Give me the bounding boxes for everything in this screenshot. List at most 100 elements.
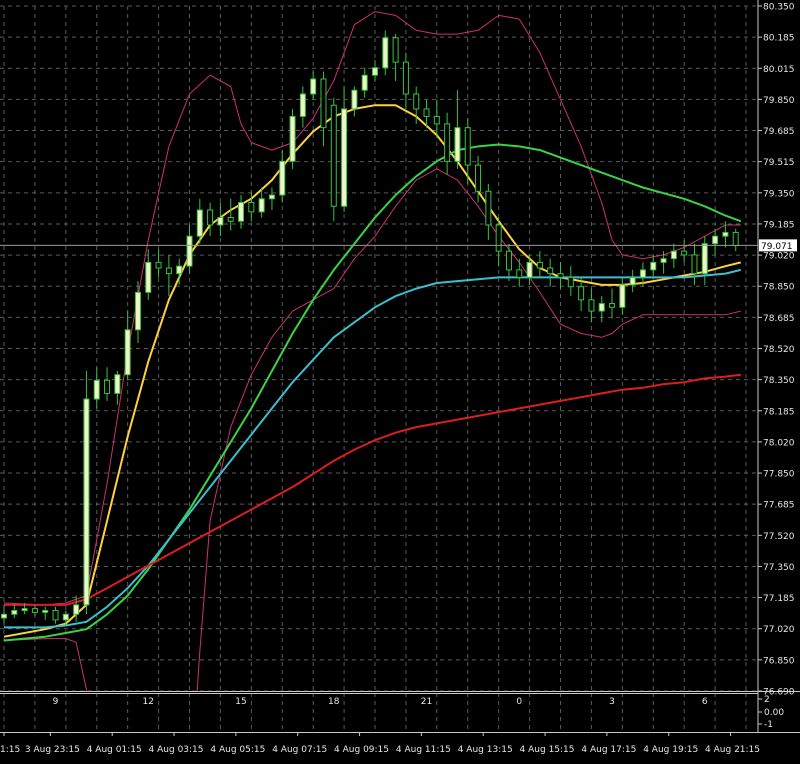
- candle-bull: [62, 613, 69, 621]
- time-label: 4 Aug 09:15: [334, 745, 389, 755]
- candle-bull: [372, 67, 378, 76]
- candle-bear: [31, 608, 38, 613]
- candle-bear: [433, 115, 440, 125]
- candle-bull: [712, 235, 719, 245]
- candle-bull: [382, 37, 389, 69]
- hour-label: 21: [421, 697, 432, 707]
- candle-bear: [392, 37, 399, 63]
- candle-bull: [268, 194, 275, 200]
- candle-bull: [722, 231, 729, 237]
- chart-canvas: 79.071 80.350 80.185 80.015 79.850 79.685 79.…: [0, 0, 800, 755]
- candle-bear: [567, 276, 574, 288]
- candle-bear: [165, 267, 172, 275]
- time-label: 4 Aug 13:15: [458, 745, 513, 755]
- time-label: 4 Aug 07:15: [272, 745, 327, 755]
- candle-bear: [516, 269, 523, 278]
- candle-bear: [681, 250, 688, 256]
- y-tick-label: 79.020: [763, 252, 795, 262]
- candle-bear: [495, 224, 502, 252]
- candle-bear: [505, 250, 512, 271]
- candle-bull: [134, 291, 141, 331]
- y-tick-label: 78.685: [763, 314, 795, 324]
- y-tick-label: 79.515: [763, 158, 795, 168]
- candle-bull: [279, 160, 286, 196]
- candle-bear: [227, 216, 234, 222]
- candle-bear: [155, 261, 162, 269]
- candle-bear: [444, 123, 451, 162]
- candle-bear: [547, 267, 554, 275]
- candle-bull: [361, 74, 368, 91]
- time-label: 4 Aug 05:15: [210, 745, 265, 755]
- candle-bull: [670, 250, 677, 260]
- time-label: 4 Aug 03:15: [149, 745, 204, 755]
- price-chart[interactable]: 79.071 80.350 80.185 80.015 79.850 79.685 79.…: [0, 0, 800, 760]
- candle-bull: [454, 127, 461, 162]
- y-tick-label: 77.350: [763, 563, 795, 573]
- candle-bear: [320, 78, 327, 129]
- candle-bear: [691, 254, 698, 275]
- candle-bull: [598, 303, 605, 312]
- y-tick-label: 78.350: [763, 376, 795, 386]
- candle-bull: [196, 209, 203, 237]
- y-tick-label: 80.185: [763, 34, 795, 44]
- axes: [0, 0, 800, 736]
- candle-bear: [557, 273, 564, 278]
- candle-bull: [1, 613, 7, 619]
- candle-bull: [93, 379, 100, 400]
- candle-bull: [660, 258, 667, 263]
- candle-bear: [475, 164, 482, 192]
- y-axis-labels: 80.350 80.185 80.015 79.850 79.685 79.515 79.3…: [763, 3, 795, 698]
- candle-bear: [402, 61, 409, 95]
- grid-lines: [0, 5, 758, 732]
- candle-bear: [588, 299, 595, 312]
- subpanel-tick-label: 2: [764, 695, 770, 705]
- time-label: 4 Aug 11:15: [396, 745, 451, 755]
- candle-bear: [578, 286, 585, 301]
- y-tick-label: 76.850: [763, 656, 795, 666]
- y-tick-label: 79.850: [763, 96, 795, 106]
- candle-bull: [341, 108, 348, 207]
- time-label: 4 Aug 19:15: [643, 745, 698, 755]
- hour-label: 18: [328, 697, 340, 707]
- candle-bear: [104, 379, 111, 394]
- candle-bear: [609, 303, 616, 308]
- time-label: 4 Aug 15:15: [520, 745, 575, 755]
- hour-label: 0: [516, 697, 522, 707]
- y-tick-label: 80.015: [763, 65, 795, 75]
- y-tick-label: 78.020: [763, 438, 795, 448]
- candle-bull: [11, 610, 18, 615]
- time-label: 3 Aug 23:15: [25, 745, 80, 755]
- time-label: 4 Aug 17:15: [581, 745, 636, 755]
- y-tick-label: 77.685: [763, 501, 795, 511]
- candle-bull: [238, 202, 245, 222]
- candle-bear: [464, 127, 471, 166]
- time-axis-labels: 1:15 3 Aug 23:15 4 Aug 01:15 4 Aug 03:15 4 A…: [0, 745, 760, 755]
- indicator-lines: [3, 11, 742, 691]
- candles: [1, 30, 739, 626]
- hour-label: 6: [702, 697, 708, 707]
- current-price-label: 79.071: [761, 242, 793, 252]
- candle-bear: [423, 108, 430, 117]
- candle-bull: [83, 398, 90, 606]
- y-tick-label: 78.850: [763, 283, 795, 293]
- candle-bear: [485, 190, 492, 226]
- candle-bull: [73, 604, 80, 615]
- y-tick-label: 78.185: [763, 407, 795, 417]
- candle-bear: [52, 610, 59, 621]
- candle-bull: [526, 261, 533, 278]
- candle-bull: [21, 608, 28, 612]
- ma-slow-line: [4, 268, 742, 629]
- y-tick-label: 77.850: [763, 470, 795, 480]
- y-tick-label: 80.350: [763, 3, 795, 13]
- time-label: 1:15: [0, 745, 20, 755]
- ma-fast-line: [3, 104, 742, 638]
- candle-bull: [701, 243, 708, 275]
- subpanel-tick-label: -1: [764, 720, 773, 730]
- candle-bull: [639, 269, 646, 278]
- candle-bull: [299, 93, 306, 117]
- candle-bull: [289, 115, 296, 162]
- candle-bear: [732, 231, 739, 247]
- hour-label: 12: [143, 697, 154, 707]
- hour-label: 15: [235, 697, 246, 707]
- candle-bull: [217, 216, 224, 226]
